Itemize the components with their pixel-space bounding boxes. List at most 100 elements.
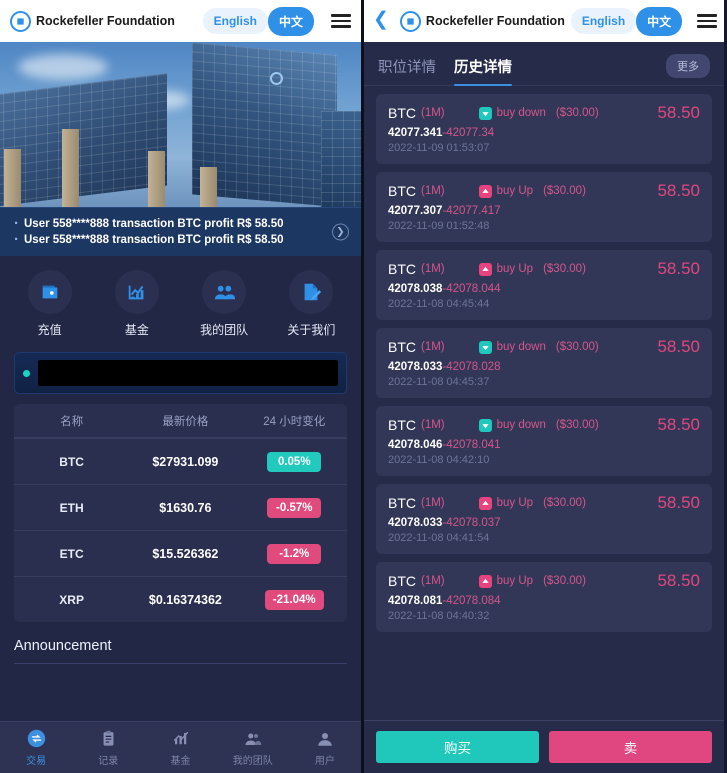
- pillar: [62, 129, 79, 207]
- row-change-badge: -0.57%: [267, 497, 322, 518]
- ticker-panel[interactable]: [14, 352, 347, 394]
- history-record-card[interactable]: BTC (1M) buy down ($30.00) 58.50 42078.0…: [376, 328, 712, 398]
- quick-action-about-us[interactable]: 关于我们: [277, 270, 345, 338]
- table-row[interactable]: ETH $1630.76 -0.57%: [14, 484, 347, 530]
- history-record-card[interactable]: BTC (1M) buy down ($30.00) 58.50 42078.0…: [376, 406, 712, 476]
- row-symbol: BTC: [59, 454, 84, 469]
- announcement-title: Announcement: [14, 638, 112, 654]
- nav-item-records[interactable]: 记录: [72, 728, 144, 767]
- diamond-ring-logo-icon: [10, 10, 31, 32]
- record-profit: 58.50: [657, 337, 700, 356]
- language-switcher[interactable]: English 中文: [570, 6, 683, 36]
- nav-label: 基金: [170, 756, 191, 767]
- nav-item-trade[interactable]: 交易: [0, 728, 72, 767]
- record-close-price: 42078.041: [446, 439, 501, 451]
- chevron-left-icon[interactable]: ❮: [373, 10, 394, 32]
- row-change-badge: -1.2%: [267, 543, 322, 564]
- notice-marquee[interactable]: User 558****888 transaction BTC profit R…: [0, 207, 361, 256]
- nav-item-my-team[interactable]: 我的团队: [217, 728, 289, 767]
- hamburger-menu-icon[interactable]: [697, 14, 718, 28]
- record-symbol: BTC: [388, 261, 416, 277]
- record-close-price: 42078.084: [446, 595, 501, 607]
- cloud-shape: [18, 54, 108, 80]
- tab-position-details[interactable]: 职位详情: [378, 56, 436, 85]
- record-symbol: BTC: [388, 495, 416, 511]
- row-price: $27931.099: [152, 454, 219, 469]
- lang-chinese-button[interactable]: 中文: [267, 6, 314, 36]
- record-close-price: 42078.028: [446, 361, 501, 373]
- right-header: ❮ Rockefeller Foundation English 中文: [364, 0, 724, 42]
- history-record-card[interactable]: BTC (1M) buy Up ($30.00) 58.50 42078.081…: [376, 562, 712, 632]
- record-direction: buy down: [496, 341, 546, 353]
- row-symbol: ETH: [59, 500, 84, 515]
- more-button[interactable]: 更多: [666, 54, 710, 78]
- record-period: (1M): [421, 107, 445, 119]
- bar-chart-icon: [170, 728, 191, 749]
- table-row[interactable]: ETC $15.526362 -1.2%: [14, 530, 347, 576]
- row-price: $0.16374362: [148, 592, 222, 607]
- history-record-list: BTC (1M) buy down ($30.00) 58.50 42077.3…: [364, 86, 724, 720]
- row-price: $15.526362: [152, 546, 219, 561]
- lang-english-button[interactable]: English: [570, 8, 637, 34]
- divider: [14, 663, 347, 664]
- record-open-price: 42078.046: [388, 439, 443, 451]
- arrow-down-icon: [478, 106, 492, 120]
- quick-action-fund[interactable]: 基金: [103, 270, 171, 338]
- record-amount: ($30.00): [555, 341, 599, 353]
- history-record-card[interactable]: BTC (1M) buy Up ($30.00) 58.50 42078.038…: [376, 250, 712, 320]
- record-time: 2022-11-08 04:40:32: [388, 610, 490, 622]
- notice-item: User 558****888 transaction BTC profit R…: [14, 232, 329, 248]
- arrow-up-icon: [478, 574, 492, 588]
- arrow-down-icon: [478, 418, 492, 432]
- history-record-card[interactable]: BTC (1M) buy down ($30.00) 58.50 42077.3…: [376, 94, 712, 164]
- arrow-up-icon: [478, 184, 492, 198]
- chart-line-icon: [114, 270, 159, 314]
- record-close-price: 42077.34: [446, 127, 495, 139]
- nav-item-user[interactable]: 用户: [289, 728, 361, 767]
- history-record-card[interactable]: BTC (1M) buy Up ($30.00) 58.50 42078.033…: [376, 484, 712, 554]
- tab-history-details[interactable]: 历史详情: [454, 56, 512, 86]
- lang-english-button[interactable]: English: [202, 8, 268, 34]
- quick-action-label: 我的团队: [200, 323, 249, 337]
- table-row[interactable]: BTC $27931.099 0.05%: [14, 438, 347, 484]
- record-symbol: BTC: [388, 183, 416, 199]
- nav-label: 我的团队: [232, 756, 273, 767]
- record-direction: buy down: [496, 419, 546, 431]
- left-panel-home: Rockefeller Foundation English 中文 User 5…: [0, 0, 364, 773]
- record-close-price: 42078.037: [446, 517, 501, 529]
- document-pencil-icon: [289, 270, 334, 314]
- record-close-price: 42077.417: [446, 205, 501, 217]
- nav-label: 交易: [26, 756, 47, 767]
- chevron-right-circle-icon[interactable]: ❯: [332, 223, 349, 241]
- record-profit: 58.50: [657, 259, 700, 278]
- record-direction: buy Up: [496, 263, 534, 275]
- building-far-right: [321, 111, 361, 207]
- language-switcher[interactable]: English 中文: [202, 6, 314, 36]
- record-amount: ($30.00): [543, 575, 586, 587]
- record-time: 2022-11-09 01:52:48: [388, 220, 490, 232]
- brand-name: Rockefeller Foundation: [425, 14, 565, 28]
- arrow-up-icon: [478, 262, 492, 276]
- record-time: 2022-11-08 04:45:44: [388, 298, 490, 310]
- record-open-price: 42077.307: [388, 205, 443, 217]
- table-row[interactable]: XRP $0.16374362 -21.04%: [14, 576, 347, 622]
- history-record-card[interactable]: BTC (1M) buy Up ($30.00) 58.50 42077.307…: [376, 172, 712, 242]
- record-symbol: BTC: [388, 417, 416, 433]
- quick-action-recharge[interactable]: 充值: [16, 270, 84, 338]
- quick-action-my-team[interactable]: 我的团队: [190, 270, 258, 338]
- lang-chinese-button[interactable]: 中文: [636, 6, 683, 36]
- sell-button[interactable]: 卖: [549, 731, 712, 763]
- column-header-change: 24 小时变化: [263, 415, 326, 428]
- record-time: 2022-11-08 04:45:37: [388, 376, 490, 388]
- hamburger-menu-icon[interactable]: [331, 14, 351, 28]
- nav-item-fund[interactable]: 基金: [144, 728, 216, 767]
- pillar: [148, 151, 165, 207]
- record-open-price: 42078.038: [388, 283, 443, 295]
- record-symbol: BTC: [388, 573, 416, 589]
- hero-banner-image: [0, 42, 361, 207]
- people-icon: [242, 728, 263, 749]
- record-amount: ($30.00): [543, 497, 586, 509]
- buy-button[interactable]: 购买: [376, 731, 539, 763]
- nav-label: 用户: [314, 756, 335, 767]
- announcement-section: Announcement: [14, 638, 347, 664]
